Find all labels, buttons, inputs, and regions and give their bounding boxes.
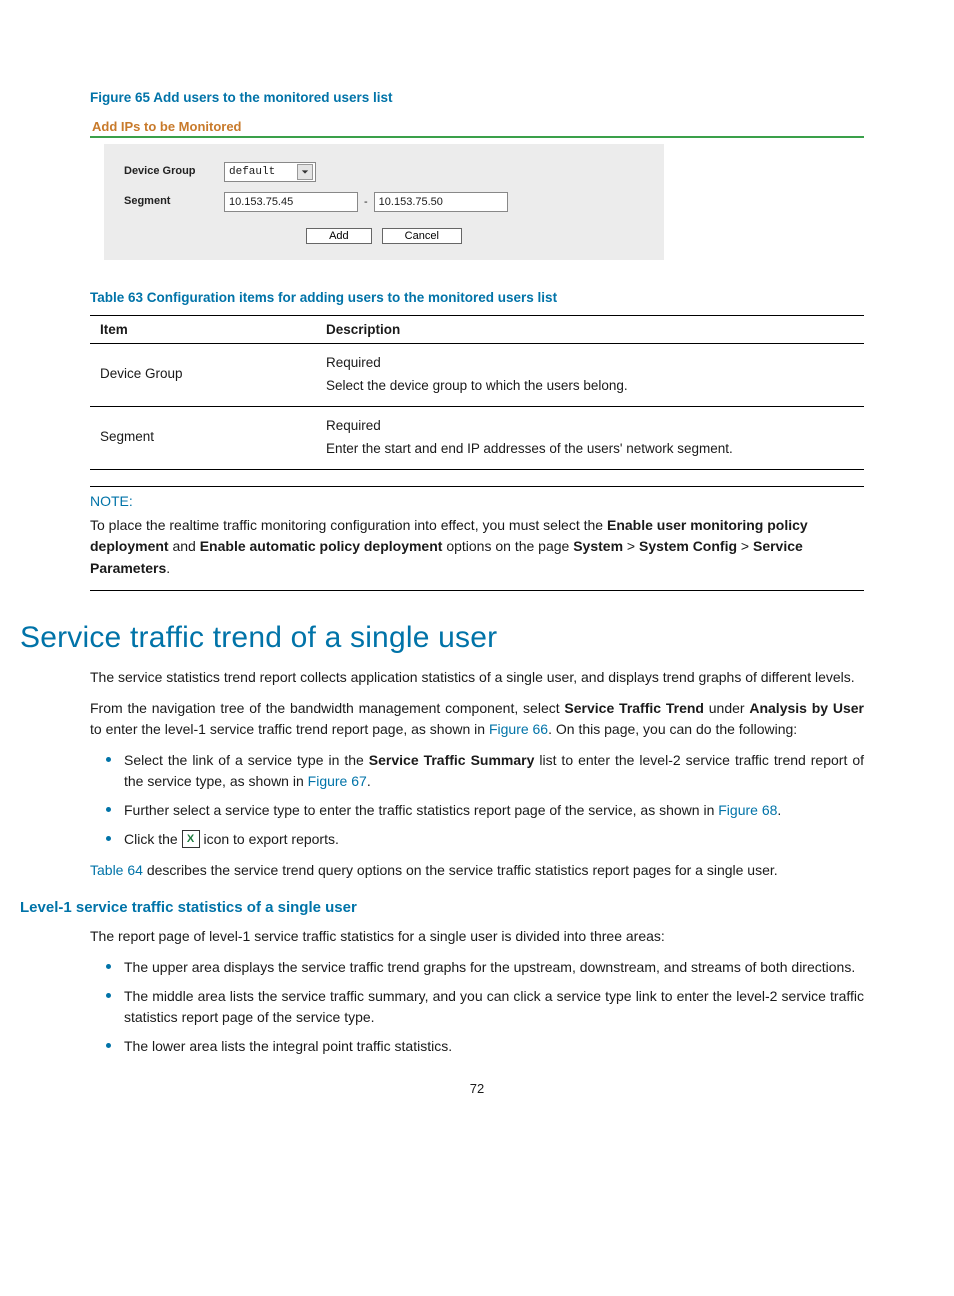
panel-divider	[90, 136, 864, 138]
level1-intro: The report page of level-1 service traff…	[90, 926, 864, 947]
figure68-link[interactable]: Figure 68	[718, 802, 777, 818]
list-item: The middle area lists the service traffi…	[124, 986, 864, 1028]
cell-item: Device Group	[90, 344, 316, 407]
list-item: The upper area displays the service traf…	[124, 957, 864, 978]
table-row: Segment Required Enter the start and end…	[90, 406, 864, 469]
figure66-link[interactable]: Figure 66	[489, 721, 548, 737]
add-button[interactable]: Add	[306, 228, 372, 244]
bullet-list-2: The upper area displays the service traf…	[90, 957, 864, 1057]
note-body: To place the realtime traffic monitoring…	[90, 515, 864, 580]
cell-desc: Required Enter the start and end IP addr…	[316, 406, 864, 469]
table64-link[interactable]: Table 64	[90, 862, 143, 878]
segment-separator: -	[364, 196, 368, 208]
figure-caption: Figure 65 Add users to the monitored use…	[90, 90, 864, 105]
table63-caption: Table 63 Configuration items for adding …	[90, 290, 864, 305]
device-group-select[interactable]: default	[224, 162, 316, 182]
figure-panel: Add IPs to be Monitored Device Group def…	[90, 119, 864, 260]
cell-desc: Required Select the device group to whic…	[316, 344, 864, 407]
note-title: NOTE:	[90, 493, 864, 509]
export-icon[interactable]: X	[182, 830, 200, 848]
subsection-heading: Level-1 service traffic statistics of a …	[20, 899, 864, 916]
list-item: Further select a service type to enter t…	[124, 800, 864, 821]
cell-item: Segment	[90, 406, 316, 469]
figure67-link[interactable]: Figure 67	[308, 773, 367, 789]
panel-title: Add IPs to be Monitored	[90, 119, 864, 134]
th-desc: Description	[316, 316, 864, 344]
device-group-value: default	[229, 166, 275, 178]
segment-label: Segment	[124, 195, 224, 208]
nav-paragraph: From the navigation tree of the bandwidt…	[90, 698, 864, 740]
table-row: Device Group Required Select the device …	[90, 344, 864, 407]
th-item: Item	[90, 316, 316, 344]
table64-paragraph: Table 64 describes the service trend que…	[90, 860, 864, 881]
table63: Item Description Device Group Required S…	[90, 315, 864, 470]
segment-end-input[interactable]: 10.153.75.50	[374, 192, 508, 212]
note-divider-top	[90, 486, 864, 487]
list-item: Click the X icon to export reports.	[124, 829, 864, 850]
list-item: The lower area lists the integral point …	[124, 1036, 864, 1057]
form-panel: Device Group default Segment 10.153.75.4…	[104, 144, 664, 260]
device-group-label: Device Group	[124, 165, 224, 178]
chevron-down-icon[interactable]	[297, 164, 313, 180]
note-divider-bottom	[90, 590, 864, 591]
cancel-button[interactable]: Cancel	[382, 228, 462, 244]
list-item: Select the link of a service type in the…	[124, 750, 864, 792]
intro-paragraph: The service statistics trend report coll…	[90, 667, 864, 688]
section-heading: Service traffic trend of a single user	[20, 621, 864, 655]
bullet-list-1: Select the link of a service type in the…	[90, 750, 864, 850]
page-number: 72	[90, 1081, 864, 1096]
segment-start-input[interactable]: 10.153.75.45	[224, 192, 358, 212]
